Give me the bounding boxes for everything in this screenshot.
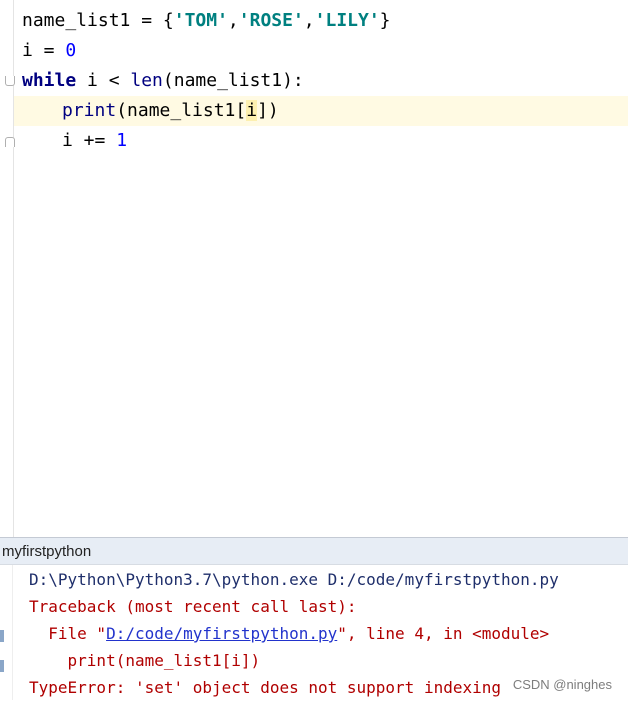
console-side-tab[interactable]: [0, 660, 4, 672]
console-gutter: [0, 565, 13, 700]
fold-open-icon[interactable]: [5, 76, 15, 86]
identifier: name_list1: [22, 10, 131, 31]
comma: ,: [227, 10, 239, 31]
editor-gutter[interactable]: [0, 0, 15, 537]
operator: =: [32, 40, 66, 61]
traceback-code-line: print(name_list1[i]): [29, 651, 261, 670]
run-panel-header[interactable]: myfirstpython: [0, 537, 628, 565]
comma: ,: [303, 10, 315, 31]
expression: i <: [76, 70, 131, 91]
code-editor[interactable]: name_list1 = {'TOM','ROSE','LILY'} i = 0…: [0, 0, 628, 537]
arguments: (name_list1):: [162, 70, 304, 91]
code-line-2[interactable]: i = 0: [22, 36, 76, 66]
code-line-5[interactable]: i += 1: [62, 126, 127, 156]
operator: +=: [72, 130, 117, 151]
code-line-1[interactable]: name_list1 = {'TOM','ROSE','LILY'}: [22, 6, 391, 36]
identifier: i: [62, 130, 73, 151]
brace: {: [162, 10, 174, 31]
file-suffix: ", line 4, in <module>: [337, 624, 550, 643]
brace: }: [379, 10, 391, 31]
index-variable: i: [246, 100, 258, 121]
builtin-function: len: [130, 70, 163, 91]
traceback-header: Traceback (most recent call last):: [29, 597, 357, 616]
keyword: while: [22, 70, 77, 91]
string-literal: 'LILY': [314, 10, 380, 31]
arguments-close: ]): [257, 100, 279, 121]
identifier: i: [22, 40, 33, 61]
string-literal: 'ROSE': [238, 10, 304, 31]
builtin-function: print: [62, 100, 117, 121]
operator: =: [130, 10, 163, 31]
number-literal: 1: [116, 130, 128, 151]
code-line-4[interactable]: print(name_list1[i]): [62, 96, 279, 126]
console-side-tab[interactable]: [0, 630, 4, 642]
watermark: CSDN @ninghes: [512, 677, 612, 692]
console-command-line: D:\Python\Python3.7\python.exe D:/code/m…: [29, 570, 559, 589]
fold-close-icon[interactable]: [5, 137, 15, 147]
number-literal: 0: [65, 40, 77, 61]
file-path-link[interactable]: D:/code/myfirstpython.py: [106, 624, 337, 643]
string-literal: 'TOM': [173, 10, 228, 31]
code-line-3[interactable]: while i < len(name_list1):: [22, 66, 304, 96]
error-message: TypeError: 'set' object does not support…: [29, 678, 502, 697]
arguments: (name_list1[: [116, 100, 247, 121]
traceback-file-line: File "D:/code/myfirstpython.py", line 4,…: [29, 620, 549, 647]
run-config-tab[interactable]: myfirstpython: [2, 538, 91, 565]
file-prefix: File ": [29, 624, 107, 643]
